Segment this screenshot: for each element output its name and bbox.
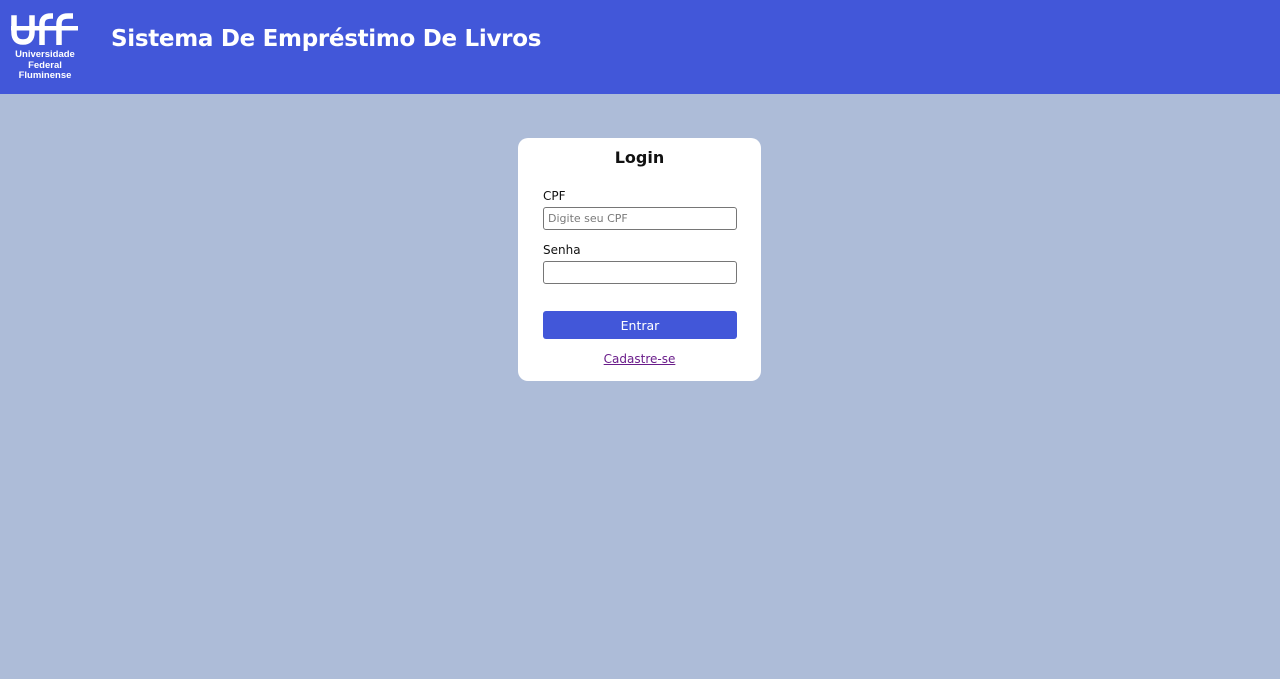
cadastre-se-link[interactable]: Cadastre-se bbox=[518, 352, 761, 366]
senha-input[interactable] bbox=[543, 261, 737, 284]
cpf-label: CPF bbox=[543, 189, 566, 203]
app-title: Sistema De Empréstimo De Livros bbox=[111, 26, 542, 52]
top-header: Universidade Federal Fluminense Sistema … bbox=[0, 0, 1280, 94]
logo-line-1: Universidade bbox=[15, 49, 75, 60]
senha-label: Senha bbox=[543, 243, 581, 257]
login-card: Login CPF Senha Entrar Cadastre-se bbox=[518, 138, 761, 381]
logo-text: Universidade Federal Fluminense bbox=[11, 49, 79, 82]
logo-line-3: Fluminense bbox=[18, 70, 72, 81]
uff-logo-icon bbox=[11, 13, 78, 45]
uff-logo: Universidade Federal Fluminense bbox=[11, 12, 79, 84]
login-title: Login bbox=[614, 148, 665, 167]
entrar-button[interactable]: Entrar bbox=[543, 311, 737, 339]
cpf-input[interactable] bbox=[543, 207, 737, 230]
